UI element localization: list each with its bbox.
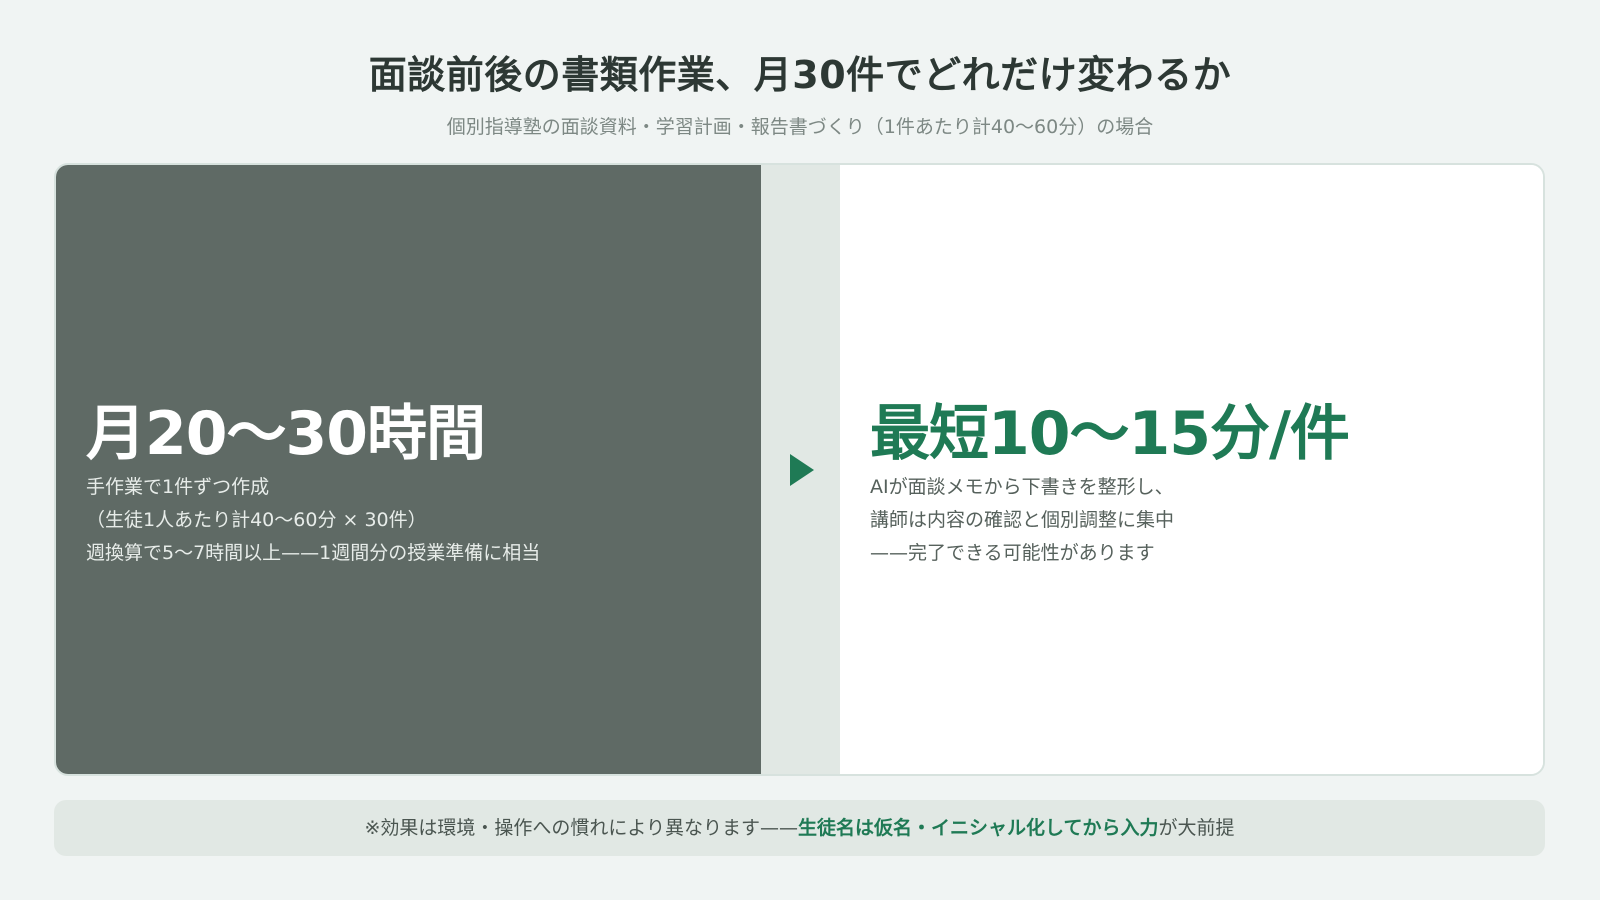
before-description: 手作業で1件ずつ作成 （生徒1人あたり計40〜60分 × 30件） 週換算で5〜… bbox=[86, 471, 540, 570]
play-triangle-icon bbox=[790, 454, 814, 486]
footnote-suffix: が大前提 bbox=[1158, 817, 1235, 839]
footnote-emphasis: 生徒名は仮名・イニシャル化してから入力 bbox=[798, 817, 1159, 839]
before-line: 手作業で1件ずつ作成 bbox=[86, 476, 270, 498]
after-line: 講師は内容の確認と個別調整に集中 bbox=[870, 509, 1175, 531]
after-card: 最短10〜15分/件 AIが面談メモから下書きを整形し、 講師は内容の確認と個別… bbox=[840, 165, 1543, 774]
before-headline: 月20〜30時間 bbox=[86, 399, 486, 469]
after-line: ——完了できる可能性があります bbox=[870, 542, 1155, 564]
before-line: （生徒1人あたり計40〜60分 × 30件） bbox=[86, 509, 427, 531]
page-title: 面談前後の書類作業、月30件でどれだけ変わるか bbox=[368, 53, 1232, 97]
before-card: 月20〜30時間 手作業で1件ずつ作成 （生徒1人あたり計40〜60分 × 30… bbox=[56, 165, 761, 774]
footnote-banner: ※効果は環境・操作への慣れにより異なります——生徒名は仮名・イニシャル化してから… bbox=[54, 800, 1545, 856]
page-subtitle: 個別指導塾の面談資料・学習計画・報告書づくり（1件あたり計40〜60分）の場合 bbox=[446, 116, 1154, 138]
before-line: 週換算で5〜7時間以上——1週間分の授業準備に相当 bbox=[86, 542, 541, 564]
after-description: AIが面談メモから下書きを整形し、 講師は内容の確認と個別調整に集中 ——完了で… bbox=[870, 471, 1174, 570]
divider-column bbox=[761, 165, 840, 774]
comparison-panel: 月20〜30時間 手作業で1件ずつ作成 （生徒1人あたり計40〜60分 × 30… bbox=[54, 163, 1545, 776]
after-line: AIが面談メモから下書きを整形し、 bbox=[870, 476, 1174, 498]
footnote-prefix: ※効果は環境・操作への慣れにより異なります—— bbox=[364, 817, 799, 839]
after-headline: 最短10〜15分/件 bbox=[870, 399, 1350, 469]
